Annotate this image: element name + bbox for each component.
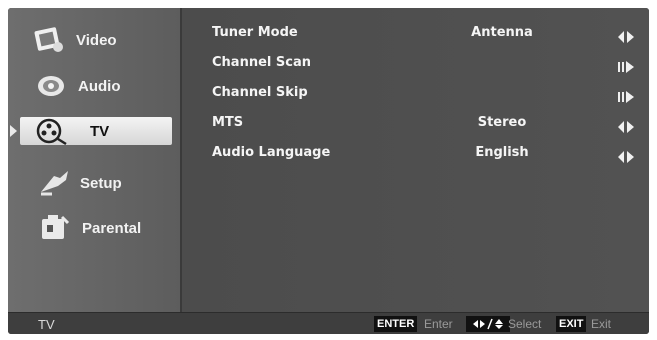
sidebar-item-label: Audio <box>78 77 121 95</box>
audio-icon <box>34 71 68 101</box>
setup-icon <box>38 168 72 198</box>
tv-icon <box>34 117 68 147</box>
setting-label: Channel Scan <box>212 55 311 70</box>
left-right-arrows-icon[interactable] <box>618 28 634 47</box>
tv-menu-screen: Video Audio TV Setup Parental Tuner Mode… <box>8 8 649 334</box>
sidebar-item-label: Setup <box>80 174 122 192</box>
exit-hint: Exit <box>591 317 612 331</box>
setting-row-audio-language[interactable]: Audio Language English <box>182 140 649 168</box>
select-hint: Select <box>508 317 542 331</box>
status-bar: TV ENTER Enter Select EXIT Exit <box>8 312 649 334</box>
enter-arrow-icon[interactable] <box>618 58 634 77</box>
setting-row-tuner-mode[interactable]: Tuner Mode Antenna <box>182 20 649 48</box>
sidebar-item-audio[interactable]: Audio <box>8 66 180 106</box>
enter-key-badge: ENTER <box>374 316 418 332</box>
parental-icon <box>38 213 72 243</box>
menu-sidebar: Video Audio TV Setup Parental <box>8 8 182 312</box>
sidebar-item-tv[interactable]: TV <box>20 117 172 147</box>
left-right-arrows-icon[interactable] <box>618 118 634 137</box>
sidebar-item-label: TV <box>90 122 110 140</box>
sidebar-item-label: Video <box>76 31 117 49</box>
left-right-arrows-icon[interactable] <box>618 148 634 167</box>
setting-label: Tuner Mode <box>212 25 298 40</box>
setting-value: Antenna <box>471 25 533 40</box>
setting-label: Audio Language <box>212 145 331 160</box>
video-icon <box>32 25 66 55</box>
selection-pointer-icon <box>10 125 17 137</box>
sidebar-item-video[interactable]: Video <box>8 20 180 60</box>
setting-row-mts[interactable]: MTS Stereo <box>182 110 649 138</box>
setting-value: English <box>475 145 529 160</box>
sidebar-item-label: Parental <box>82 219 142 237</box>
sidebar-item-setup[interactable]: Setup <box>8 163 180 203</box>
setting-label: Channel Skip <box>212 85 308 100</box>
sidebar-item-parental[interactable]: Parental <box>8 208 180 248</box>
setting-value: Stereo <box>477 115 527 130</box>
status-title: TV <box>38 317 55 332</box>
enter-hint: Enter <box>424 317 453 331</box>
enter-arrow-icon[interactable] <box>618 88 634 107</box>
exit-key-badge: EXIT <box>556 316 587 332</box>
tv-settings-panel: Tuner Mode Antenna Channel Scan Channel … <box>182 8 649 312</box>
arrows-key-icon <box>466 316 510 332</box>
setting-row-channel-skip[interactable]: Channel Skip <box>182 80 649 108</box>
setting-row-channel-scan[interactable]: Channel Scan <box>182 50 649 78</box>
setting-label: MTS <box>212 115 244 130</box>
